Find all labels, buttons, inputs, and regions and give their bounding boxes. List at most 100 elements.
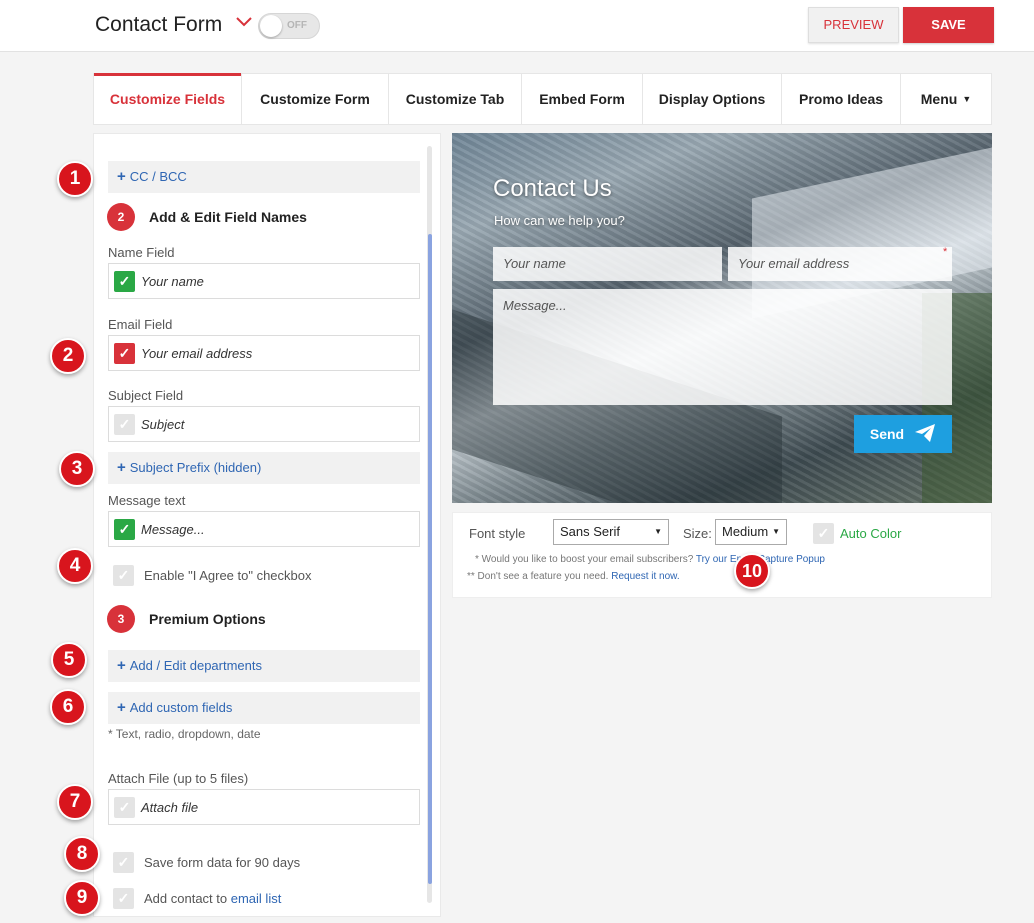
message-field-input[interactable]: ✓ Message...: [108, 511, 420, 547]
top-bar: Contact Form OFF PREVIEW SAVE: [0, 0, 1034, 52]
attach-field-input[interactable]: ✓ Attach file: [108, 789, 420, 825]
callout-5: 5: [51, 642, 87, 678]
add-contact-label: Add contact to: [144, 891, 228, 906]
email-field-value: Your email address: [141, 346, 253, 361]
toggle-knob: [260, 15, 282, 37]
size-select[interactable]: Medium ▼: [715, 519, 787, 545]
tab-bar: Customize Fields Customize Form Customiz…: [93, 73, 992, 125]
checkbox[interactable]: ✓: [813, 523, 834, 544]
callout-7: 7: [57, 784, 93, 820]
form-toggle[interactable]: OFF: [258, 13, 320, 39]
request-note: ** Don't see a feature you need. Request…: [467, 571, 680, 582]
callout-6: 6: [50, 689, 86, 725]
preview-message-input[interactable]: Message...: [493, 289, 952, 405]
tab-display-options[interactable]: Display Options: [643, 74, 782, 124]
boost-note: * Would you like to boost your email sub…: [475, 554, 825, 565]
checkbox[interactable]: ✓: [113, 852, 134, 873]
tab-menu[interactable]: Menu ▼: [901, 74, 991, 124]
form-title: Contact Form: [95, 13, 223, 36]
callout-8: 8: [64, 836, 100, 872]
tab-promo-ideas[interactable]: Promo Ideas: [782, 74, 901, 124]
request-text: ** Don't see a feature you need.: [467, 571, 612, 582]
plus-icon: +: [117, 657, 126, 674]
callout-2: 2: [50, 338, 86, 374]
name-field-value: Your name: [141, 274, 204, 289]
custom-fields-label: Add custom fields: [129, 700, 233, 715]
preview-subtitle: How can we help you?: [494, 213, 625, 228]
paper-plane-icon: [914, 423, 936, 446]
menu-label: Menu: [920, 91, 958, 107]
message-field-label: Message text: [108, 493, 186, 508]
section-field-names: 2 Add & Edit Field Names: [107, 203, 307, 231]
section-title: Add & Edit Field Names: [149, 209, 307, 225]
message-field-value: Message...: [141, 522, 205, 537]
tab-embed-form[interactable]: Embed Form: [522, 74, 643, 124]
email-list-link[interactable]: email list: [231, 891, 282, 906]
subject-field-value: Subject: [141, 417, 185, 432]
size-label: Size:: [683, 526, 712, 541]
cc-bcc-label: CC / BCC: [129, 169, 187, 184]
callout-10: 10: [734, 553, 770, 589]
required-marker: *: [943, 246, 948, 258]
font-style-label: Font style: [469, 526, 526, 541]
cc-bcc-button[interactable]: + CC / BCC: [108, 161, 420, 193]
add-contact-row[interactable]: ✓ Add contact to email list: [113, 888, 281, 909]
preview-title: Contact Us: [493, 175, 612, 202]
save-button[interactable]: SAVE: [903, 7, 994, 43]
email-field-input[interactable]: ✓ Your email address: [108, 335, 420, 371]
agree-checkbox-row[interactable]: ✓ Enable "I Agree to" checkbox: [113, 565, 312, 586]
check-icon[interactable]: ✓: [114, 414, 135, 435]
callout-1: 1: [57, 161, 93, 197]
departments-label: Add / Edit departments: [129, 658, 263, 673]
check-icon[interactable]: ✓: [114, 797, 135, 818]
name-field-input[interactable]: ✓ Your name: [108, 263, 420, 299]
section-title: Premium Options: [149, 611, 266, 627]
section-premium-options: 3 Premium Options: [107, 605, 266, 633]
plus-icon: +: [117, 699, 126, 716]
caret-down-icon: ▼: [654, 527, 662, 536]
check-icon[interactable]: ✓: [114, 519, 135, 540]
checkbox[interactable]: ✓: [113, 565, 134, 586]
name-field-label: Name Field: [108, 245, 175, 260]
boost-text: * Would you like to boost your email sub…: [475, 554, 696, 565]
check-icon[interactable]: ✓: [114, 271, 135, 292]
auto-color-label: Auto Color: [840, 526, 902, 541]
callout-9: 9: [64, 880, 100, 916]
font-style-select[interactable]: Sans Serif ▼: [553, 519, 669, 545]
scrollbar-thumb[interactable]: [428, 234, 432, 884]
send-button[interactable]: Send: [854, 415, 952, 453]
section-number: 2: [107, 203, 135, 231]
plus-icon: +: [117, 459, 126, 476]
caret-down-icon: ▼: [962, 94, 972, 104]
send-label: Send: [869, 426, 905, 442]
preview-button[interactable]: PREVIEW: [808, 7, 899, 43]
caret-down-icon: ▼: [772, 527, 780, 536]
departments-button[interactable]: + Add / Edit departments: [108, 650, 420, 682]
toggle-label: OFF: [287, 20, 307, 31]
auto-color-row[interactable]: ✓ Auto Color: [813, 523, 901, 544]
request-link[interactable]: Request it now.: [611, 571, 679, 582]
check-icon[interactable]: ✓: [114, 343, 135, 364]
custom-fields-button[interactable]: + Add custom fields: [108, 692, 420, 724]
custom-fields-note: * Text, radio, dropdown, date: [108, 727, 261, 741]
form-preview: Contact Us How can we help you? Your nam…: [452, 133, 992, 503]
attach-field-value: Attach file: [141, 800, 199, 815]
checkbox[interactable]: ✓: [113, 888, 134, 909]
size-value: Medium: [722, 524, 769, 539]
subject-field-label: Subject Field: [108, 388, 184, 403]
email-field-label: Email Field: [108, 317, 173, 332]
tab-customize-tab[interactable]: Customize Tab: [389, 74, 522, 124]
chevron-down-icon[interactable]: [236, 14, 252, 32]
save-data-row[interactable]: ✓ Save form data for 90 days: [113, 852, 300, 873]
subject-field-input[interactable]: ✓ Subject: [108, 406, 420, 442]
options-bar: Font style Sans Serif ▼ Size: Medium ▼ ✓…: [452, 512, 992, 598]
agree-checkbox-label: Enable "I Agree to" checkbox: [144, 568, 312, 583]
subject-prefix-button[interactable]: + Subject Prefix (hidden): [108, 452, 420, 484]
plus-icon: +: [117, 168, 126, 185]
preview-email-input[interactable]: Your email address: [728, 247, 952, 281]
tab-customize-fields[interactable]: Customize Fields: [94, 73, 242, 124]
tab-customize-form[interactable]: Customize Form: [242, 74, 389, 124]
callout-3: 3: [59, 451, 95, 487]
attach-field-label: Attach File (up to 5 files): [108, 771, 249, 786]
preview-name-input[interactable]: Your name: [493, 247, 722, 281]
